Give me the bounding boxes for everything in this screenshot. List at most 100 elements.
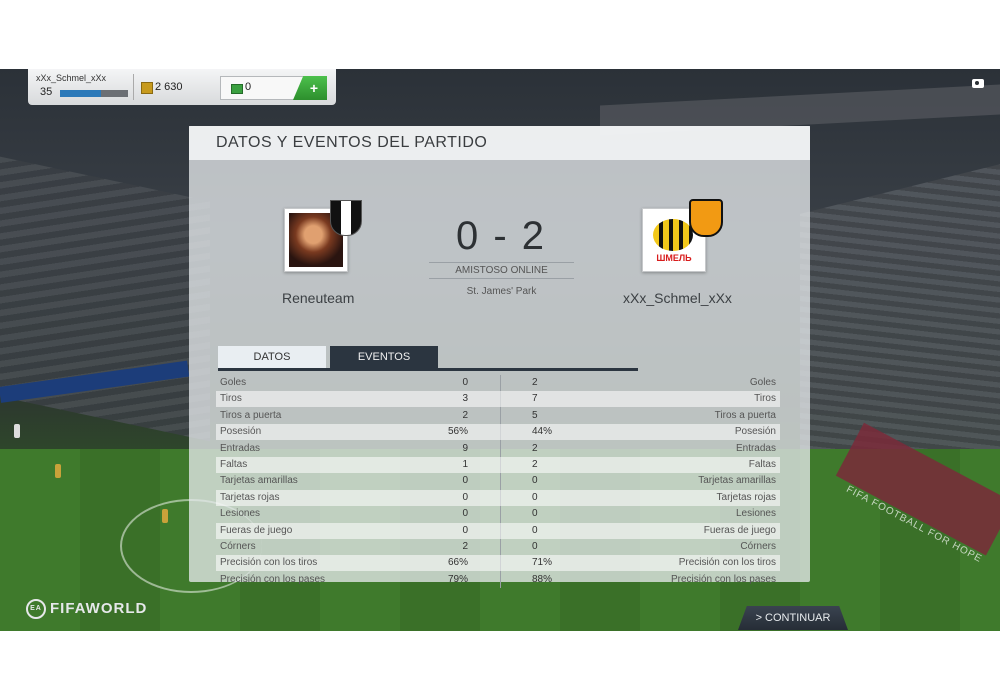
stat-away-value: 71% xyxy=(532,557,553,569)
stat-label-home-side: Tiros a puerta xyxy=(220,409,282,421)
home-team-name: Reneuteam xyxy=(282,290,355,306)
stat-label-home-side: Entradas xyxy=(220,442,261,454)
level-progress-fill xyxy=(60,90,101,97)
table-row: Fueras de juego 0 0 Fueras de juego xyxy=(216,522,780,539)
match-type: AMISTOSO ONLINE xyxy=(455,265,548,276)
stat-away-value: 44% xyxy=(532,426,553,438)
fifa-world-logo: EA FIFAWORLD xyxy=(26,599,147,619)
stat-label-home-side: Goles xyxy=(220,377,247,388)
venue: St. James' Park xyxy=(466,286,537,297)
table-row: Tiros a puerta 2 5 Tiros a puerta xyxy=(216,408,780,424)
table-row: Goles 0 2 Goles xyxy=(216,375,780,391)
add-points-label: + xyxy=(309,80,319,96)
stat-label-home-side: Lesiones xyxy=(220,508,261,520)
stat-away-value: 5 xyxy=(532,409,538,421)
stat-label-home-side: Precisión con los tiros xyxy=(220,557,318,569)
table-row: Entradas 9 2 Entradas xyxy=(216,441,780,457)
stat-label-away-side: Precisión con los tiros xyxy=(678,557,776,569)
divider xyxy=(133,74,134,100)
stat-home-value: 0 xyxy=(462,475,468,487)
stat-label-home-side: Tarjetas rojas xyxy=(220,491,280,503)
stat-away-value: 2 xyxy=(532,377,538,388)
stat-home-value: 56% xyxy=(447,426,468,438)
match-score: 0 - 2 xyxy=(455,214,547,258)
table-row: Precisión con los tiros 66% 71% Precisión c… xyxy=(216,555,780,572)
username: xXx_Schmel_xXx xyxy=(36,73,107,83)
divider xyxy=(429,278,574,279)
bee-icon xyxy=(653,219,693,251)
home-team-badge xyxy=(284,200,362,272)
points-display: 0 + xyxy=(220,76,327,100)
stats-table: Goles 0 2 Goles Tiros 3 7 Tiros Tiros a puerta 2 5… xyxy=(216,375,780,588)
stat-away-value: 2 xyxy=(532,442,538,454)
user-level: 35 xyxy=(40,86,53,98)
match-stats-panel: DATOS Y EVENTOS DEL PARTIDO ШМЕЛЬ Reneut… xyxy=(189,126,810,588)
table-row: Tiros 3 7 Tiros xyxy=(216,391,780,408)
table-row: Posesión 56% 44% Posesión xyxy=(216,424,780,441)
stat-away-value: 0 xyxy=(532,508,538,520)
table-row: Precisión con los pases 79% 88% Precisión c… xyxy=(216,572,780,588)
stat-label-away-side: Tiros a puerta xyxy=(714,409,776,421)
ea-logo-icon: EA xyxy=(26,599,46,619)
stat-home-value: 3 xyxy=(462,393,468,405)
player-figure xyxy=(55,464,61,478)
stat-away-value: 0 xyxy=(532,524,538,536)
stat-label-home-side: Córners xyxy=(220,541,256,552)
stat-home-value: 0 xyxy=(462,508,468,520)
stat-label-home-side: Tarjetas amarillas xyxy=(220,475,298,487)
table-row: Faltas 1 2 Faltas xyxy=(216,457,780,473)
stat-away-value: 0 xyxy=(532,541,538,552)
stat-home-value: 0 xyxy=(462,377,468,388)
stat-away-value: 2 xyxy=(532,459,538,470)
stat-label-away-side: Lesiones xyxy=(735,508,776,520)
away-badge-text: ШМЕЛЬ xyxy=(656,253,692,263)
coin-balance: 2 630 xyxy=(155,81,183,93)
stat-label-home-side: Posesión xyxy=(220,426,262,438)
level-progress-bar xyxy=(60,90,128,97)
stat-home-value: 66% xyxy=(447,557,468,569)
stat-home-value: 9 xyxy=(462,442,468,454)
stat-label-home-side: Faltas xyxy=(220,459,248,470)
stat-label-away-side: Tarjetas rojas xyxy=(716,491,776,503)
panel-header: DATOS Y EVENTOS DEL PARTIDO xyxy=(189,126,810,160)
stat-home-value: 0 xyxy=(462,524,468,536)
game-screen: FIFA FOOTBALL FOR HOPE xXx_Schmel_xXx 35… xyxy=(0,69,1000,631)
tab-underline xyxy=(218,368,638,371)
stat-away-value: 7 xyxy=(532,393,538,405)
home-club-crest-icon xyxy=(330,200,362,236)
stat-home-value: 79% xyxy=(447,573,468,585)
points-icon xyxy=(231,84,243,94)
panel-title: DATOS Y EVENTOS DEL PARTIDO xyxy=(216,134,488,151)
stat-home-value: 2 xyxy=(462,541,468,552)
stat-label-home-side: Tiros xyxy=(220,393,242,405)
stat-label-away-side: Goles xyxy=(749,377,776,388)
stat-home-value: 2 xyxy=(462,409,468,421)
add-points-button[interactable]: + xyxy=(293,76,327,100)
tab-eventos[interactable]: EVENTOS xyxy=(330,346,438,368)
continue-button[interactable]: > CONTINUAR xyxy=(738,606,848,630)
player-figure xyxy=(14,424,20,438)
away-team-name: xXx_Schmel_xXx xyxy=(623,290,732,306)
stat-home-value: 1 xyxy=(462,459,468,470)
divider xyxy=(429,262,574,263)
stat-label-away-side: Precisión con los pases xyxy=(670,573,776,585)
user-status-bar: xXx_Schmel_xXx 35 2 630 0 + xyxy=(28,69,336,105)
table-row: Tarjetas rojas 0 0 Tarjetas rojas xyxy=(216,489,780,506)
brand-text: FIFAWORLD xyxy=(50,599,148,617)
stat-label-home-side: Precisión con los pases xyxy=(220,573,326,585)
table-row: Lesiones 0 0 Lesiones xyxy=(216,506,780,522)
points-balance: 0 xyxy=(245,81,252,93)
player-figure xyxy=(162,509,168,523)
camera-icon[interactable] xyxy=(972,79,984,88)
stat-label-away-side: Entradas xyxy=(735,442,776,454)
away-club-crest-icon xyxy=(689,199,723,237)
stat-label-away-side: Tarjetas amarillas xyxy=(698,475,776,487)
stat-label-away-side: Córners xyxy=(740,541,776,552)
coin-icon xyxy=(141,82,153,94)
tab-datos[interactable]: DATOS xyxy=(218,346,326,368)
stat-label-away-side: Faltas xyxy=(748,459,776,470)
stat-label-away-side: Tiros xyxy=(754,393,776,405)
away-team-badge: ШМЕЛЬ xyxy=(642,199,723,272)
table-row: Tarjetas amarillas 0 0 Tarjetas amarillas xyxy=(216,473,780,489)
stat-label-away-side: Posesión xyxy=(734,426,776,438)
